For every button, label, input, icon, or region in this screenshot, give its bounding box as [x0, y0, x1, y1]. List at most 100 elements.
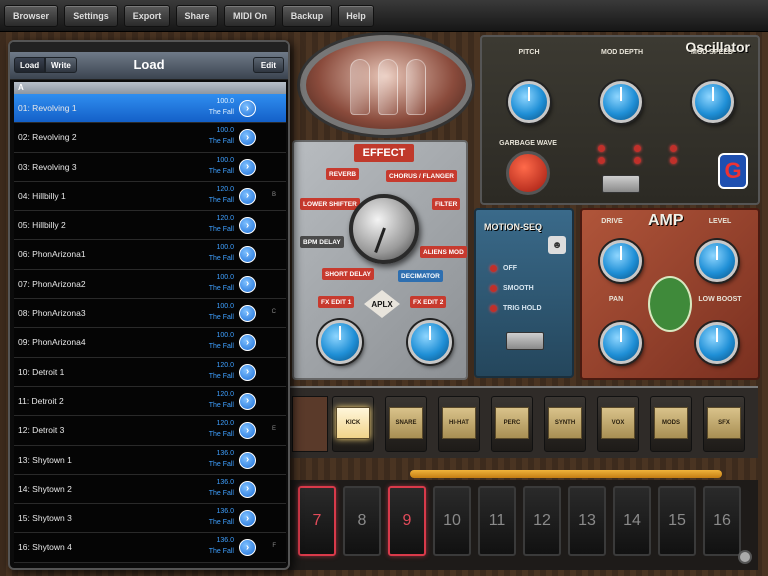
list-item[interactable]: 14: Shytown 2 136.0 The Fall ›	[14, 474, 286, 505]
disclosure-arrow-icon[interactable]: ›	[239, 246, 256, 264]
share-button[interactable]: Share	[176, 5, 218, 27]
pattern-name: 05: Hillbilly 2	[18, 220, 66, 231]
fx-tag-aliens-mod[interactable]: ALIENS MOD	[420, 246, 467, 258]
list-item[interactable]: 10: Detroit 1 120.0 The Fall ›	[14, 357, 286, 387]
wave-select-button[interactable]	[602, 175, 640, 193]
fx-tag-decimator[interactable]: DECIMATOR	[398, 270, 443, 282]
drive-knob[interactable]	[600, 240, 642, 282]
list-item[interactable]: 13: Shytown 1 136.0 The Fall ›	[14, 445, 286, 475]
step-button[interactable]: 10	[433, 486, 471, 556]
help-button[interactable]: Help	[338, 5, 374, 27]
pattern-bpm: 100.0	[216, 244, 234, 252]
pad-mods[interactable]: MODS	[650, 396, 692, 452]
status-bar	[10, 42, 288, 52]
midi-on-button[interactable]: MIDI On	[224, 5, 276, 27]
motion-option-trig-hold[interactable]: TRIG HOLD	[490, 302, 542, 314]
list-item[interactable]: 06: PhonArizona1 100.0 The Fall ›	[14, 240, 286, 270]
list-item[interactable]: 08: PhonArizona3 100.0 The Fall › C	[14, 299, 286, 329]
effect-title: EFFECT	[354, 144, 414, 162]
step-button[interactable]: 12	[523, 486, 561, 556]
motion-seq-icon: ☻	[548, 236, 566, 254]
pitch-knob[interactable]	[508, 81, 550, 123]
pad-perc[interactable]: PERC	[491, 396, 533, 452]
fx-tag-short-delay[interactable]: SHORT DELAY	[322, 268, 374, 280]
fx-tag-lower-shifter[interactable]: LOWER SHIFTER	[300, 198, 360, 210]
pad-synth[interactable]: SYNTH	[544, 396, 586, 452]
mod-speed-knob[interactable]	[692, 81, 734, 123]
pan-knob[interactable]	[600, 322, 642, 364]
step-button[interactable]: 7	[298, 486, 336, 556]
motion-option-smooth[interactable]: SMOOTH	[490, 282, 534, 294]
garbage-wave-button[interactable]	[506, 151, 550, 195]
fx-edit-2-knob[interactable]	[408, 320, 452, 364]
gear-icon[interactable]	[738, 550, 752, 564]
settings-button[interactable]: Settings	[64, 5, 118, 27]
fx-tag-bpm-delay[interactable]: BPM DELAY	[300, 236, 344, 248]
load-tab[interactable]: Load	[14, 57, 46, 73]
pad-kick[interactable]: KICK	[332, 396, 374, 452]
edit-button[interactable]: Edit	[252, 57, 284, 73]
list-item[interactable]: 04: Hillbilly 1 120.0 The Fall › B	[14, 181, 286, 212]
disclosure-arrow-icon[interactable]: ›	[239, 392, 256, 410]
disclosure-arrow-icon[interactable]: ›	[239, 129, 256, 147]
list-item[interactable]: 15: Shytown 3 136.0 The Fall ›	[14, 504, 286, 534]
write-tab[interactable]: Write	[45, 57, 77, 73]
step-button[interactable]: 9	[388, 486, 426, 556]
pitch-label: PITCH	[518, 49, 540, 56]
disclosure-arrow-icon[interactable]: ›	[239, 480, 256, 498]
disclosure-arrow-icon[interactable]: ›	[239, 100, 256, 117]
pad-snare[interactable]: SNARE	[385, 396, 427, 452]
vacuum-tube	[350, 59, 370, 115]
pattern-name: 10: Detroit 1	[18, 366, 65, 377]
pad-vox[interactable]: VOX	[597, 396, 639, 452]
export-button[interactable]: Export	[124, 5, 170, 27]
led-icon	[490, 264, 497, 272]
motion-seq-button[interactable]	[506, 332, 544, 350]
backup-button[interactable]: Backup	[282, 5, 332, 27]
step-button[interactable]: 8	[343, 486, 381, 556]
list-item[interactable]: 01: Revolving 1 100.0 The Fall ›	[14, 94, 286, 124]
list-item[interactable]: 05: Hillbilly 2 120.0 The Fall ›	[14, 211, 286, 241]
browser-button[interactable]: Browser	[4, 5, 58, 27]
disclosure-arrow-icon[interactable]: ›	[239, 217, 256, 235]
pattern-author: The Fall	[208, 401, 234, 409]
g-logo-icon: G	[718, 153, 748, 189]
disclosure-arrow-icon[interactable]: ›	[239, 422, 256, 440]
list-item[interactable]: 07: PhonArizona2 100.0 The Fall ›	[14, 269, 286, 300]
step-button[interactable]: 14	[613, 486, 651, 556]
list-item[interactable]: 02: Revolving 2 100.0 The Fall ›	[14, 123, 286, 153]
effect-panel: EFFECT REVERB CHORUS / FLANGER LOWER SHI…	[292, 140, 468, 380]
motion-option-off[interactable]: OFF	[490, 262, 517, 274]
disclosure-arrow-icon[interactable]: ›	[239, 363, 256, 381]
fx-tag-chorus-flanger[interactable]: CHORUS / FLANGER	[386, 170, 457, 182]
pad-hi-hat[interactable]: HI-HAT	[438, 396, 480, 452]
step-button[interactable]: 11	[478, 486, 516, 556]
step-button[interactable]: 16	[703, 486, 741, 556]
disclosure-arrow-icon[interactable]: ›	[239, 451, 256, 469]
mod-depth-knob[interactable]	[600, 81, 642, 123]
oscillator-panel: Oscillator PITCH MOD DEPTH MOD SPEED GAR…	[480, 35, 760, 205]
list-item[interactable]: 09: PhonArizona4 100.0 The Fall ›	[14, 328, 286, 358]
disclosure-arrow-icon[interactable]: ›	[239, 305, 256, 323]
list-item[interactable]: 03: Revolving 3 100.0 The Fall ›	[14, 152, 286, 182]
list-item[interactable]: 12: Detroit 3 120.0 The Fall › E	[14, 416, 286, 446]
low-boost-knob[interactable]	[696, 322, 738, 364]
fx-tag-reverb[interactable]: REVERB	[326, 168, 360, 180]
disclosure-arrow-icon[interactable]: ›	[239, 187, 256, 205]
disclosure-arrow-icon[interactable]: ›	[239, 158, 256, 176]
fx-tag-filter[interactable]: FILTER	[432, 198, 461, 210]
fx-edit-1-knob[interactable]	[318, 320, 362, 364]
vacuum-tube-window	[300, 35, 472, 135]
step-button[interactable]: 15	[658, 486, 696, 556]
pad-sfx[interactable]: SFX	[703, 396, 745, 452]
disclosure-arrow-icon[interactable]: ›	[239, 510, 256, 528]
disclosure-arrow-icon[interactable]: ›	[239, 539, 256, 557]
list-item[interactable]: 11: Detroit 2 120.0 The Fall ›	[14, 386, 286, 417]
level-knob[interactable]	[696, 240, 738, 282]
step-button[interactable]: 13	[568, 486, 606, 556]
list-item[interactable]: 16: Shytown 4 136.0 The Fall › F	[14, 533, 286, 563]
disclosure-arrow-icon[interactable]: ›	[239, 275, 256, 293]
disclosure-arrow-icon[interactable]: ›	[239, 334, 256, 352]
effect-select-knob[interactable]	[349, 194, 419, 264]
pattern-bpm: 120.0	[216, 420, 234, 428]
